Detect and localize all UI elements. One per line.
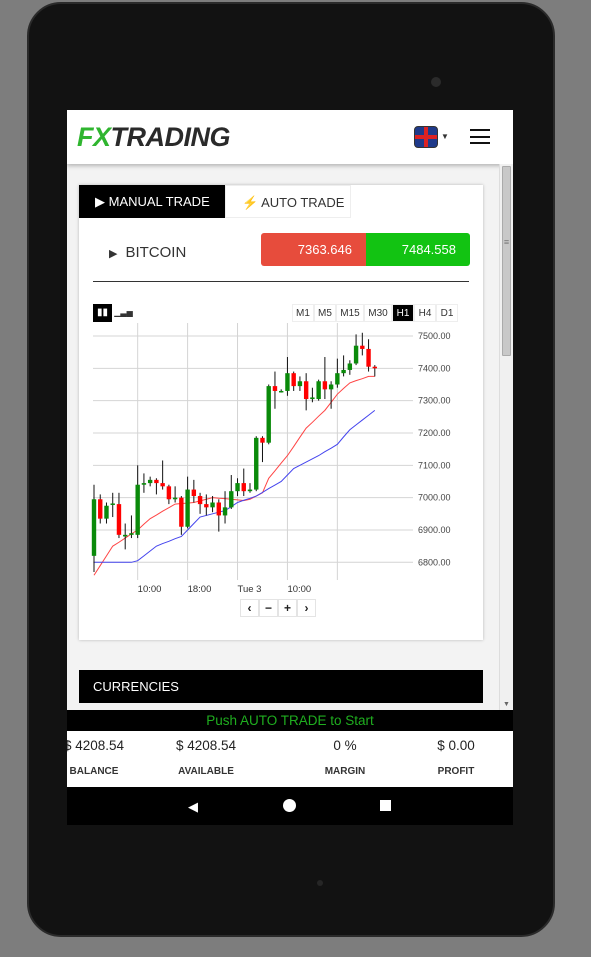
candlestick-chart-type-icon[interactable]: ▮▮ (93, 304, 112, 322)
home-icon[interactable] (283, 799, 296, 812)
instrument-name: BITCOIN (125, 244, 187, 261)
logo[interactable]: FXTRADING (77, 122, 231, 153)
buy-price-button[interactable]: 7484.558 (366, 233, 470, 266)
chart-next-button[interactable]: › (297, 599, 316, 617)
screen: FXTRADING ▼ ≡ ▼ ▶ MANUAL TRADE ⚡ AUTO TR… (67, 110, 513, 825)
timeframe-m15[interactable]: M15 (336, 304, 364, 322)
tab-label: AUTO TRADE (261, 195, 345, 210)
hamburger-menu-icon[interactable] (470, 129, 490, 144)
logo-trading: TRADING (110, 122, 231, 152)
android-nav-bar: ◀ (67, 787, 513, 825)
divider (93, 281, 469, 282)
available-label: AVAILABLE (178, 766, 234, 777)
currencies-header[interactable]: CURRENCIES (79, 670, 483, 703)
chart-zoom-out-button[interactable]: − (259, 599, 278, 617)
margin-label: MARGIN (324, 766, 366, 777)
profit-label: PROFIT (437, 766, 475, 777)
play-icon: ▶ (109, 248, 118, 260)
timeframe-d1[interactable]: D1 (436, 304, 458, 322)
timeframe-h4[interactable]: H4 (414, 304, 436, 322)
timeframe-h1[interactable]: H1 (392, 304, 414, 322)
balance-label: BALANCE (69, 766, 119, 777)
status-message: Push AUTO TRADE to Start (67, 710, 513, 731)
margin-value: 0 % (333, 738, 357, 753)
chart-zoom-in-button[interactable]: + (278, 599, 297, 617)
camera (431, 77, 441, 87)
timeframe-m30[interactable]: M30 (364, 304, 392, 322)
balance-value: $ 4208.54 (67, 738, 125, 753)
scrollbar-thumb[interactable]: ≡ (502, 166, 511, 356)
bar-chart-type-icon[interactable]: ▁▃▅ (114, 304, 133, 322)
timeframe-m5[interactable]: M5 (314, 304, 336, 322)
timeframe-m1[interactable]: M1 (292, 304, 314, 322)
tab-label: MANUAL TRADE (108, 194, 210, 209)
bolt-icon: ⚡ (242, 195, 262, 210)
caret-down-icon[interactable]: ▼ (441, 132, 449, 141)
available-value: $ 4208.54 (175, 738, 237, 753)
trade-card: ▶ MANUAL TRADE ⚡ AUTO TRADE ▶ BITCOIN 736… (79, 185, 483, 640)
app-header: FXTRADING ▼ (67, 110, 513, 164)
scrollbar[interactable]: ≡ ▼ (499, 164, 513, 710)
logo-fx: FX (77, 122, 111, 152)
uk-flag-icon[interactable] (414, 126, 438, 148)
scroll-down-arrow[interactable]: ▼ (503, 701, 510, 708)
instrument-selector[interactable]: ▶ BITCOIN (109, 244, 186, 261)
back-icon[interactable]: ◀ (188, 799, 198, 815)
profit-value: $ 0.00 (437, 738, 475, 753)
tab-manual-trade[interactable]: ▶ MANUAL TRADE (79, 185, 225, 218)
recents-icon[interactable] (380, 800, 391, 811)
play-icon: ▶ (95, 194, 109, 209)
chart-prev-button[interactable]: ‹ (240, 599, 259, 617)
sensor (317, 880, 323, 886)
tab-auto-trade[interactable]: ⚡ AUTO TRADE (225, 185, 351, 218)
account-stats: $ 4208.54 BALANCE $ 4208.54 AVAILABLE 0 … (67, 731, 513, 787)
sell-price-button[interactable]: 7363.646 (261, 233, 366, 266)
